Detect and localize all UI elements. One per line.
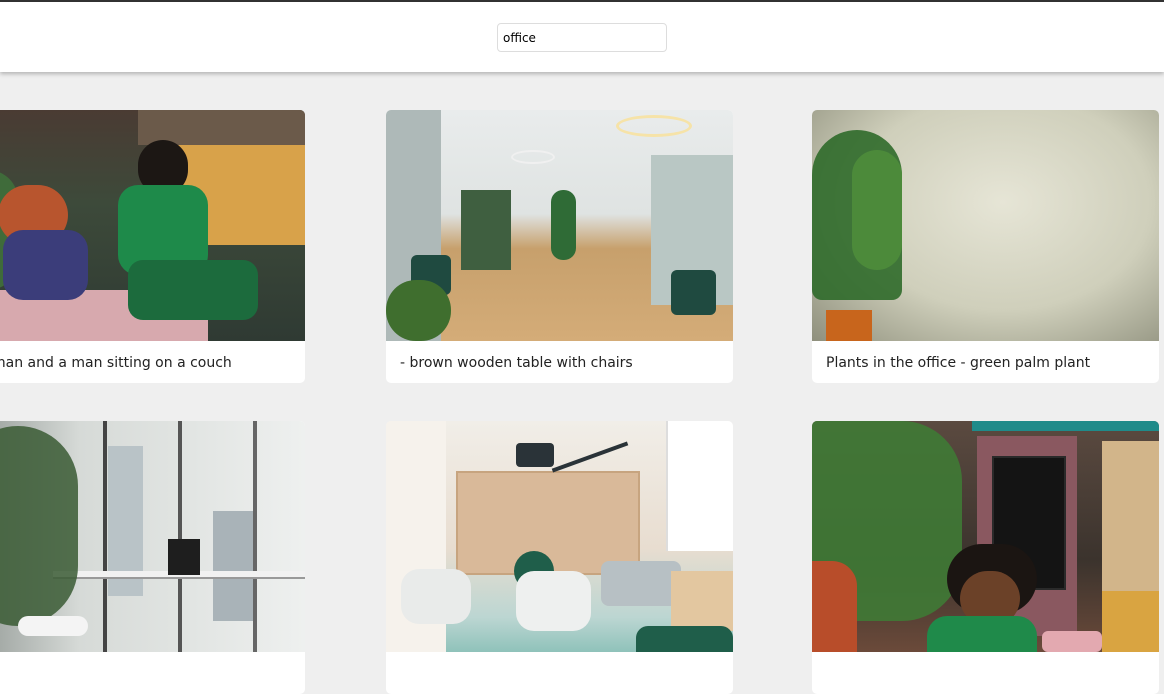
- search-input[interactable]: [497, 23, 667, 52]
- image-card[interactable]: [386, 421, 733, 694]
- image-card[interactable]: - brown wooden table with chairs: [386, 110, 733, 383]
- image-card[interactable]: Plants in the office - green palm plant: [812, 110, 1159, 383]
- card-image: [812, 421, 1159, 652]
- card-caption: - brown wooden table with chairs: [400, 355, 633, 371]
- image-card[interactable]: woman and a man sitting on a couch: [0, 110, 305, 383]
- image-card[interactable]: [812, 421, 1159, 694]
- card-image: [812, 110, 1159, 341]
- header-bar: [0, 2, 1164, 72]
- card-caption: Plants in the office - green palm plant: [826, 355, 1091, 371]
- card-image: [0, 421, 305, 652]
- card-image: [386, 421, 733, 652]
- card-image: [0, 110, 305, 341]
- image-card[interactable]: [0, 421, 305, 694]
- card-caption: woman and a man sitting on a couch: [0, 355, 232, 371]
- card-image: [386, 110, 733, 341]
